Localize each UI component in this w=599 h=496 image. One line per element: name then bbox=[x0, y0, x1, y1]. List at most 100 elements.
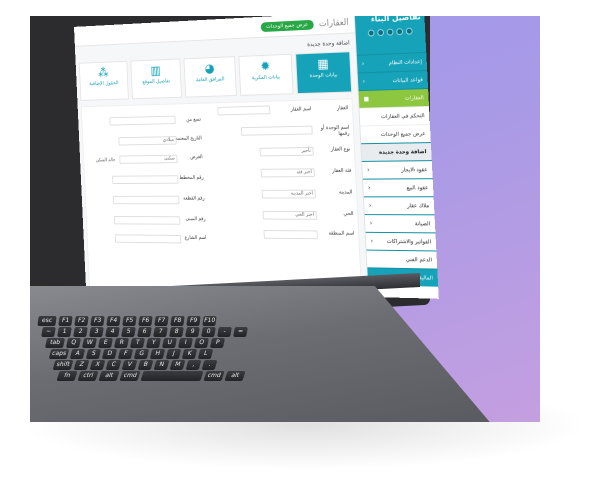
sidebar-item-property-control[interactable]: التحكم في العقارات bbox=[359, 106, 429, 126]
calendar-select[interactable]: ميلادي bbox=[118, 136, 176, 145]
key: - bbox=[217, 327, 232, 337]
sidebar-item-rent-contracts[interactable]: عقود الايجار ‹ bbox=[362, 160, 433, 179]
tab-facilities[interactable]: ◕ المرافق العامة bbox=[184, 56, 237, 97]
square-icon: ■ bbox=[364, 96, 370, 103]
field-label: المدينة bbox=[339, 190, 353, 196]
tab-extra-fields[interactable]: ⁂ الحقول الإضافية bbox=[79, 61, 129, 101]
street-name-input[interactable] bbox=[115, 234, 182, 243]
chevron-left-icon: ‹ bbox=[370, 220, 373, 227]
field-label: تسع من bbox=[186, 117, 201, 123]
sidebar-item-support[interactable]: الدعم الفني bbox=[366, 250, 437, 269]
key: F2 bbox=[74, 316, 88, 326]
key: V bbox=[122, 360, 138, 370]
sidebar-item-label: الفواتير والاشتراكات bbox=[387, 238, 431, 244]
key: N bbox=[154, 360, 170, 370]
settings-icon[interactable] bbox=[368, 29, 375, 36]
building-number-input[interactable] bbox=[114, 216, 180, 225]
sidebar-item-label: قواعد البيانات bbox=[392, 77, 423, 84]
key: Y bbox=[146, 338, 161, 348]
field-label: فئة العقار bbox=[332, 168, 351, 174]
bell-icon[interactable] bbox=[387, 29, 394, 36]
cubes-icon: ⁂ bbox=[80, 65, 127, 81]
marketing-image: تفاصيل البناء إعدادات النظام ‹ قواعد البي… bbox=[0, 0, 599, 496]
laptop-photo: تفاصيل البناء إعدادات النظام ‹ قواعد البي… bbox=[30, 16, 540, 422]
sidebar-item-sale-contracts[interactable]: عقود البيع ‹ bbox=[363, 178, 434, 196]
sidebar-item-invoices[interactable]: الفواتير والاشتراكات ‹ bbox=[366, 232, 437, 251]
field-label: رقم القطعة bbox=[183, 196, 205, 202]
unit-number-input[interactable] bbox=[241, 126, 313, 136]
sidebar-item-database[interactable]: قواعد البيانات ‹ bbox=[358, 70, 428, 90]
view-all-units-button[interactable]: عرض جميع الوحدات bbox=[261, 19, 314, 31]
city-select[interactable]: اختر المدينة bbox=[262, 190, 316, 199]
plan-number-input[interactable] bbox=[112, 175, 178, 184]
key: O bbox=[194, 338, 209, 348]
category-select[interactable]: اختر فئة bbox=[261, 168, 315, 177]
sidebar-item-owners[interactable]: ملاك عقار ‹ bbox=[364, 196, 435, 214]
key: fn bbox=[56, 371, 77, 381]
tab-location[interactable]: ▥ تفاصيل الموقع bbox=[130, 59, 182, 100]
chevron-left-icon: ‹ bbox=[367, 167, 370, 174]
key: 4 bbox=[105, 327, 120, 337]
key: F4 bbox=[106, 316, 120, 326]
key: , bbox=[186, 360, 202, 370]
sidebar-item-maintenance[interactable]: الصيانة ‹ bbox=[365, 214, 436, 232]
form-tabs: ▦ بيانات الوحدة ✹ بيانات المكرية ◕ المرافق … bbox=[79, 51, 352, 101]
key: I bbox=[178, 338, 193, 348]
key: 3 bbox=[89, 327, 104, 337]
palette-icon: ◕ bbox=[185, 61, 235, 78]
key: 5 bbox=[121, 327, 136, 337]
sidebar-item-label: الصيانة bbox=[415, 221, 431, 227]
sidebar-item-label: العقارات bbox=[405, 95, 424, 102]
sidebar-item-label: عقود الايجار bbox=[401, 167, 428, 173]
key: F7 bbox=[154, 316, 168, 326]
property-select[interactable] bbox=[217, 105, 270, 115]
sidebar-title: تفاصيل البناء bbox=[359, 16, 421, 24]
tab-unit-data[interactable]: ▦ بيانات الوحدة bbox=[295, 51, 352, 94]
chevron-left-icon: ‹ bbox=[371, 238, 374, 245]
user-icon[interactable] bbox=[396, 28, 403, 35]
laptop-screen: تفاصيل البناء إعدادات النظام ‹ قواعد البي… bbox=[74, 16, 439, 299]
unit-status[interactable]: حالة السكن bbox=[96, 157, 116, 163]
key: shift bbox=[53, 360, 74, 370]
keyboard: esc F1 F2 F3 F4 F5 F6 F7 F8 F9 F10 ~1 2 3 4 5 6 7 8 9 0- = tab… bbox=[30, 316, 430, 416]
tab-owner-data[interactable]: ✹ بيانات المكرية bbox=[238, 54, 293, 96]
plot-number-input[interactable] bbox=[113, 196, 179, 204]
sidebar-item-label: التحكم في العقارات bbox=[381, 113, 425, 120]
key: ~ bbox=[41, 327, 56, 337]
field-label: العقار bbox=[337, 105, 349, 111]
sidebar-item-label: عرض جميع الوحدات bbox=[381, 131, 426, 138]
purpose-select[interactable]: سكني bbox=[119, 155, 177, 164]
key: P bbox=[210, 338, 225, 348]
field-label: اسم المنطقة bbox=[328, 231, 354, 237]
key: G bbox=[134, 349, 149, 359]
key: X bbox=[90, 360, 106, 370]
chevron-left-icon: ‹ bbox=[362, 60, 365, 67]
key: tab bbox=[45, 338, 65, 348]
building-icon: ▦ bbox=[296, 56, 350, 74]
key: 2 bbox=[73, 327, 88, 337]
key: caps bbox=[49, 349, 69, 359]
sidebar-item-view-units[interactable]: عرض جميع الوحدات bbox=[360, 124, 431, 143]
area-name-input[interactable] bbox=[264, 230, 318, 239]
field-label: رقم المبنى bbox=[185, 216, 205, 222]
mail-icon[interactable] bbox=[377, 29, 384, 36]
key bbox=[140, 371, 203, 381]
key: B bbox=[138, 360, 154, 370]
key: 0 bbox=[201, 327, 216, 337]
chevron-left-icon: ‹ bbox=[369, 202, 372, 209]
sidebar-item-properties[interactable]: العقارات ■ bbox=[359, 88, 429, 108]
key: F bbox=[118, 349, 133, 359]
copy-from-input[interactable] bbox=[109, 116, 175, 126]
key: F8 bbox=[170, 316, 184, 326]
key: alt bbox=[98, 371, 119, 381]
district-select[interactable]: اختر الحي bbox=[263, 211, 317, 220]
key: esc bbox=[37, 316, 56, 326]
breadcrumb: اضافة وحدة جديدة bbox=[307, 39, 350, 48]
tab-label: المرافق العامة bbox=[196, 76, 225, 83]
power-icon[interactable] bbox=[406, 28, 413, 35]
field-label: اسم الشارع bbox=[185, 235, 207, 241]
key: F5 bbox=[122, 316, 136, 326]
property-type-select[interactable]: تأجير bbox=[260, 147, 314, 156]
key: J bbox=[166, 349, 181, 359]
sidebar-item-add-unit[interactable]: اضافة وحدة جديدة bbox=[361, 142, 432, 161]
